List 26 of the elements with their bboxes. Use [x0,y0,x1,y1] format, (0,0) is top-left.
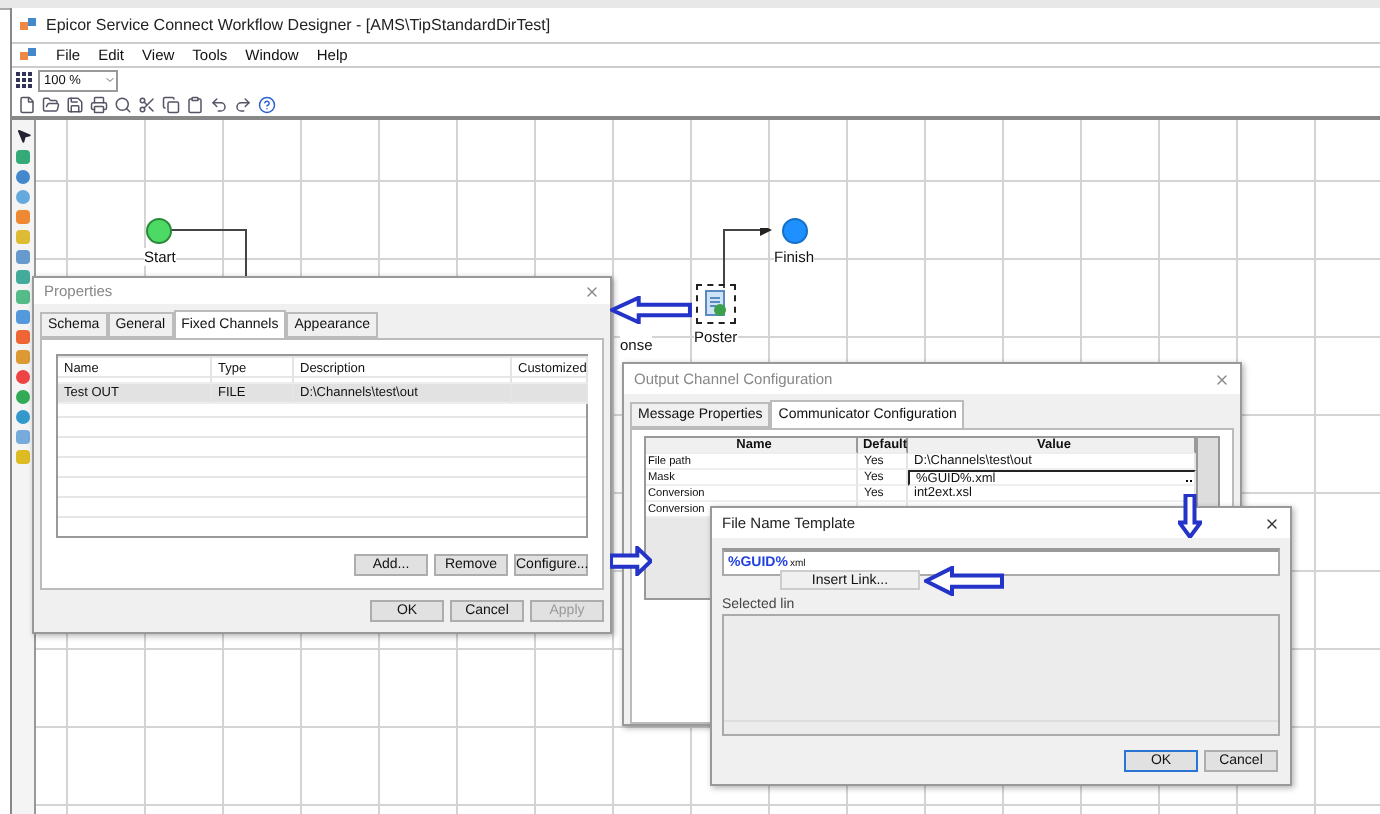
chevron-down-icon [104,74,116,86]
magnifier-icon[interactable] [114,95,132,113]
new-file-icon[interactable] [18,95,36,113]
help-icon[interactable] [258,95,276,113]
pointer-icon[interactable] [15,128,31,144]
scissors-icon[interactable] [138,95,156,113]
start-node-icon[interactable] [146,218,173,244]
document-node-icon[interactable] [695,284,736,324]
window-title: Epicor Service Connect Workflow Designer - [AMS\TipStandardDirTest] [46,16,551,34]
app-icon [20,46,38,64]
folder-icon[interactable] [42,95,60,113]
redo-icon[interactable] [234,95,252,113]
printer-icon[interactable] [90,95,108,113]
app-icon [20,16,38,34]
finish-node-icon[interactable] [781,218,807,244]
annotation-arrow [610,296,692,324]
save-icon[interactable] [66,95,84,113]
connector-line [722,228,774,288]
grid-icon[interactable] [16,71,34,89]
link-list-box[interactable] [722,614,1280,736]
close-icon[interactable] [1264,515,1280,531]
clipboard-icon[interactable] [186,95,204,113]
table-cell [512,384,589,405]
copy-icon[interactable] [162,95,180,113]
undo-icon[interactable] [210,95,228,113]
annotation-arrow [924,566,1004,596]
